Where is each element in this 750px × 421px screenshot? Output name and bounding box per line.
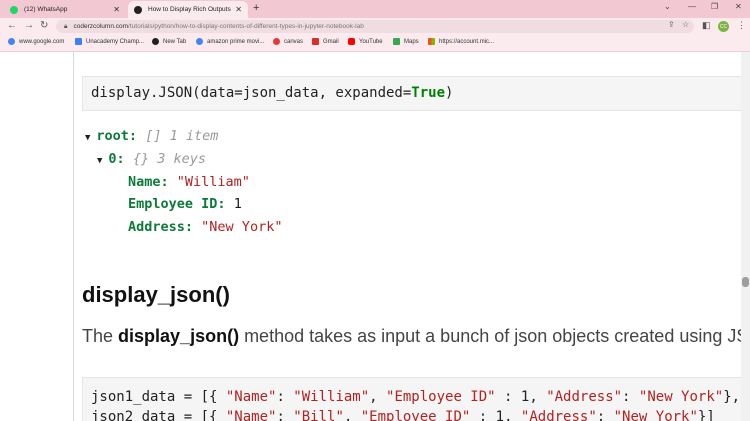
bookmark-item[interactable]: canvas — [273, 38, 303, 45]
google-icon — [8, 38, 15, 45]
maps-icon — [393, 38, 400, 45]
microsoft-icon — [428, 38, 435, 45]
google-icon — [196, 38, 203, 45]
code-line: json2_data = [{ "Name": "Bill", "Employe… — [91, 409, 715, 421]
coderzcolumn-icon — [134, 5, 142, 14]
window-close-icon[interactable]: ✕ — [735, 2, 742, 11]
minimize-icon[interactable]: — — [688, 2, 696, 11]
bookmark-star-icon[interactable]: ☆ — [682, 20, 689, 29]
youtube-icon — [348, 38, 355, 45]
lock-icon: 🔒︎ — [64, 22, 68, 30]
close-icon[interactable]: ✕ — [235, 5, 242, 14]
page-content: display.JSON(data=json_data, expanded=Tr… — [0, 52, 750, 421]
bookmark-item[interactable]: https://account.mic... — [428, 38, 494, 45]
bookmark-item[interactable]: Gmail — [312, 38, 339, 45]
scrollbar[interactable] — [741, 52, 750, 421]
scrollbar-thumb[interactable] — [742, 277, 749, 287]
tree-node-root[interactable]: ▼ root: [] 1 item — [85, 128, 218, 144]
whatsapp-icon — [10, 5, 18, 14]
code-block: display.JSON(data=json_data, expanded=Tr… — [82, 76, 742, 111]
close-icon[interactable]: ✕ — [113, 5, 120, 14]
tree-field: Name: "William" — [128, 174, 250, 190]
tab-title: (12) WhatsApp — [24, 6, 68, 13]
bookmark-item[interactable]: YouTube — [348, 38, 383, 45]
maximize-icon[interactable]: ❐ — [711, 2, 718, 11]
code-line: json1_data = [{ "Name": "William", "Empl… — [91, 389, 741, 405]
reload-icon[interactable]: ↻ — [40, 20, 48, 31]
caret-down-icon[interactable]: ▼ — [85, 133, 90, 143]
bookmark-item[interactable]: New Tab — [152, 38, 186, 45]
content-divider — [73, 52, 74, 421]
code-lines: json1_data = [{ "Name": "William", "Empl… — [91, 387, 740, 421]
forward-icon[interactable]: → — [24, 20, 34, 31]
back-icon[interactable]: ← — [7, 20, 17, 31]
bookmarks-bar: www.google.com Unacademy Champ... New Ta… — [0, 35, 750, 52]
bookmark-item[interactable]: Unacademy Champ... — [75, 38, 144, 45]
unacademy-icon — [75, 38, 82, 45]
tab-title: How to Display Rich Outputs (in — [148, 6, 232, 13]
tree-field: Address: "New York" — [128, 219, 283, 235]
tab-whatsapp[interactable]: (12) WhatsApp ✕ — [4, 1, 126, 18]
share-icon[interactable]: ⇪ — [668, 20, 675, 29]
bookmark-item[interactable]: Maps — [393, 38, 419, 45]
github-icon — [152, 38, 159, 45]
bookmark-item[interactable]: amazon prime movi... — [196, 38, 264, 45]
address-bar[interactable]: 🔒︎ coderzcolumn.com/tutorials/python/how… — [56, 20, 694, 33]
side-panel-icon[interactable]: ◧ — [702, 20, 711, 31]
section-heading: display_json() — [82, 282, 230, 307]
code-block: json1_data = [{ "Name": "William", "Empl… — [82, 377, 744, 421]
canvas-icon — [273, 38, 280, 45]
paragraph: The display_json() method takes as input… — [82, 326, 750, 346]
new-tab-button[interactable]: + — [253, 2, 259, 14]
gmail-icon — [312, 38, 319, 45]
code-line: display.JSON(data=json_data, expanded=Tr… — [91, 85, 454, 101]
tree-node-item[interactable]: ▼ 0: {} 3 keys — [97, 151, 206, 167]
url-text: coderzcolumn.com/tutorials/python/how-to… — [73, 23, 364, 30]
tab-rich-outputs[interactable]: How to Display Rich Outputs (in ✕ — [128, 1, 248, 18]
avatar[interactable]: CC — [718, 21, 729, 32]
browser-toolbar: ← → ↻ 🔒︎ coderzcolumn.com/tutorials/pyth… — [0, 18, 750, 35]
tab-strip: (12) WhatsApp ✕ How to Display Rich Outp… — [0, 0, 750, 18]
tree-field: Employee ID: 1 — [128, 196, 242, 212]
caret-down-icon[interactable]: ▼ — [97, 156, 102, 166]
bookmark-item[interactable]: www.google.com — [8, 38, 64, 45]
menu-icon[interactable]: ⋮ — [737, 20, 746, 31]
tab-search-icon[interactable]: ⌄ — [664, 2, 671, 11]
